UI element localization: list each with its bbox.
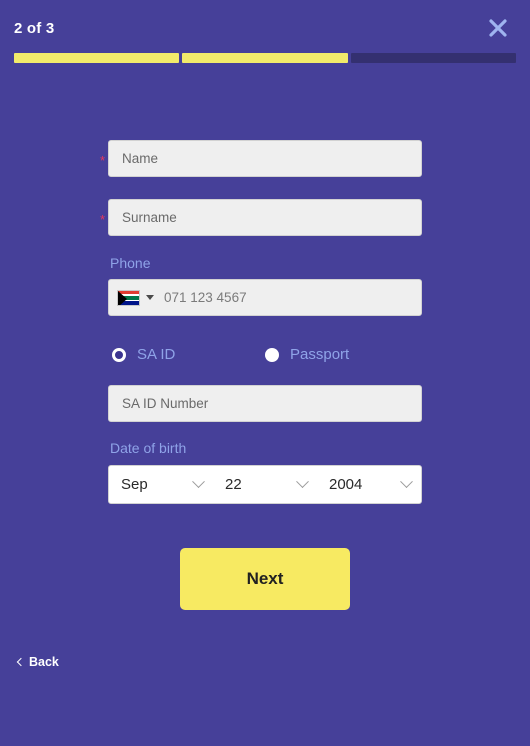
date-of-birth-label: Date of birth xyxy=(110,440,187,456)
radio-label-sa-id: SA ID xyxy=(137,346,176,363)
progress-bar xyxy=(14,53,516,63)
surname-input[interactable] xyxy=(108,199,422,236)
chevron-down-icon xyxy=(400,475,413,489)
phone-label-wrap: Phone xyxy=(0,255,530,271)
id-type-radio-group: SA ID Passport xyxy=(108,346,422,363)
progress-segment-2 xyxy=(182,53,348,63)
id-number-input[interactable] xyxy=(108,385,422,422)
step-counter: 2 of 3 xyxy=(14,20,55,37)
radio-option-passport[interactable]: Passport xyxy=(265,346,349,363)
chevron-left-icon xyxy=(16,657,26,667)
chevron-down-icon xyxy=(192,475,205,489)
dob-label-wrap: Date of birth xyxy=(0,440,530,456)
dob-day-select[interactable]: 22 xyxy=(213,466,317,503)
dob-year-value: 2004 xyxy=(329,476,363,493)
next-button[interactable]: Next xyxy=(180,548,350,610)
phone-label: Phone xyxy=(110,255,151,271)
phone-input-group xyxy=(108,279,422,316)
surname-required-marker: * xyxy=(100,212,106,227)
caret-down-icon[interactable] xyxy=(146,295,154,300)
dob-day-value: 22 xyxy=(225,476,242,493)
radio-label-passport: Passport xyxy=(290,346,350,363)
phone-field-row xyxy=(0,279,530,316)
surname-field-row: * xyxy=(0,199,530,236)
dob-month-select[interactable]: Sep xyxy=(109,466,213,503)
dob-month-value: Sep xyxy=(121,476,148,493)
radio-dot-selected-icon[interactable] xyxy=(112,347,126,362)
name-required-marker: * xyxy=(100,153,106,168)
phone-input[interactable] xyxy=(164,280,417,315)
name-field-row: * xyxy=(0,140,530,177)
radio-dot-unselected-icon[interactable] xyxy=(265,347,279,362)
radio-option-sa-id[interactable]: SA ID xyxy=(108,346,265,363)
date-of-birth-group: Sep 22 2004 xyxy=(108,465,422,504)
chevron-down-icon xyxy=(296,475,309,489)
south-africa-flag-icon[interactable] xyxy=(117,289,140,306)
back-label: Back xyxy=(29,655,59,669)
close-icon[interactable] xyxy=(483,13,513,43)
next-button-wrap: Next xyxy=(0,548,530,610)
name-input[interactable] xyxy=(108,140,422,177)
dob-year-select[interactable]: 2004 xyxy=(317,466,421,503)
back-link[interactable]: Back xyxy=(16,655,59,669)
id-number-field-row xyxy=(0,385,530,422)
progress-segment-1 xyxy=(14,53,180,63)
progress-segment-3 xyxy=(350,53,516,63)
signup-form: * * Phone SA ID xyxy=(0,140,530,610)
